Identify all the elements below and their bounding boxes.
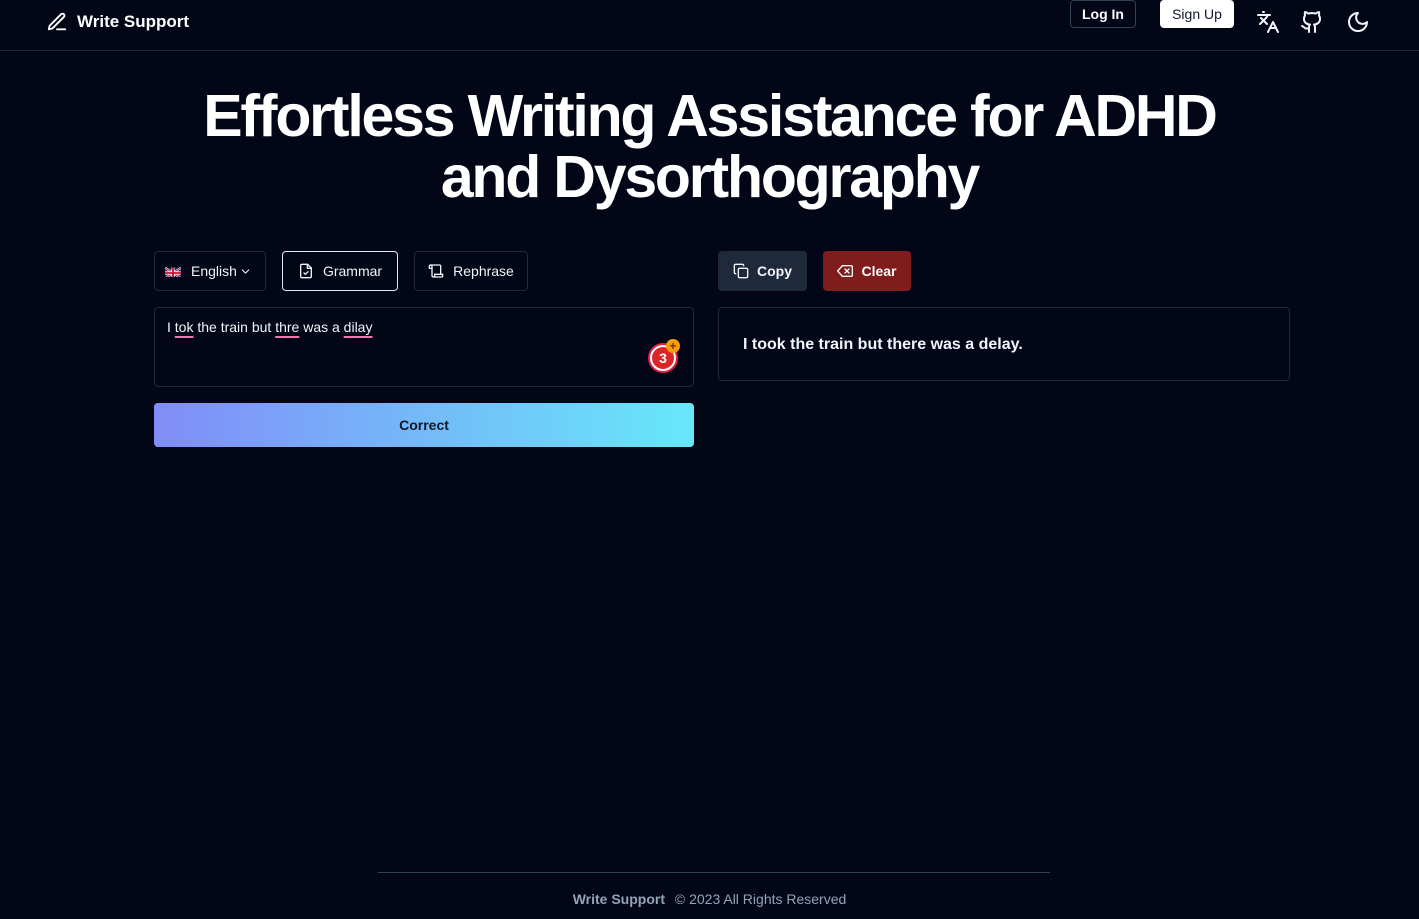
input-text: I tok the train but thre was a dilay xyxy=(167,319,373,335)
copy-label: Copy xyxy=(757,263,792,279)
scroll-icon xyxy=(428,264,444,278)
translate-icon[interactable] xyxy=(1256,10,1280,34)
chevron-down-icon xyxy=(241,268,250,274)
language-label: English xyxy=(191,263,237,279)
github-icon[interactable] xyxy=(1300,10,1324,34)
language-select[interactable]: English xyxy=(154,251,266,291)
login-button[interactable]: Log In xyxy=(1070,0,1136,28)
grammar-mode-button[interactable]: Grammar xyxy=(282,251,398,291)
page-title-line1: Effortless Writing Assistance for ADHD xyxy=(203,83,1218,149)
footer-brand[interactable]: Write Support xyxy=(573,891,665,907)
grammar-label: Grammar xyxy=(322,263,383,279)
pencil-icon xyxy=(47,12,67,31)
footer: Write Support © 2023 All Rights Reserved xyxy=(0,891,1419,907)
rephrase-mode-button[interactable]: Rephrase xyxy=(414,251,528,291)
clear-button[interactable]: Clear xyxy=(823,251,911,291)
signup-button[interactable]: Sign Up xyxy=(1160,0,1234,28)
misspelled-word[interactable]: tok xyxy=(175,319,194,335)
misspelled-word[interactable]: thre xyxy=(275,319,299,335)
rephrase-label: Rephrase xyxy=(453,263,514,279)
moon-icon[interactable] xyxy=(1346,10,1370,34)
footer-divider xyxy=(378,872,1050,873)
error-count-badge[interactable]: 3 + xyxy=(648,339,680,373)
backspace-icon xyxy=(837,265,854,277)
copy-button[interactable]: Copy xyxy=(718,251,807,291)
footer-copyright: © 2023 All Rights Reserved xyxy=(674,891,847,907)
page-title: Effortless Writing Assistance for ADHD a… xyxy=(0,86,1419,208)
top-navbar: Write Support Log In Sign Up xyxy=(0,0,1419,51)
text-input-area[interactable]: I tok the train but thre was a dilay 3 + xyxy=(154,307,694,387)
correct-button[interactable]: Correct xyxy=(154,403,694,447)
corrected-output: I took the train but there was a delay. xyxy=(718,307,1290,381)
clear-label: Clear xyxy=(861,263,897,279)
copy-icon xyxy=(733,263,749,279)
badge-plus-icon: + xyxy=(666,339,680,353)
uk-flag-icon xyxy=(165,265,183,277)
misspelled-word[interactable]: dilay xyxy=(344,319,373,335)
brand-name: Write Support xyxy=(77,12,190,31)
document-icon xyxy=(299,263,312,279)
page-title-line2: and Dysorthography xyxy=(440,144,981,210)
output-text: I took the train but there was a delay. xyxy=(743,336,1023,353)
brand-link[interactable]: Write Support xyxy=(46,10,189,34)
